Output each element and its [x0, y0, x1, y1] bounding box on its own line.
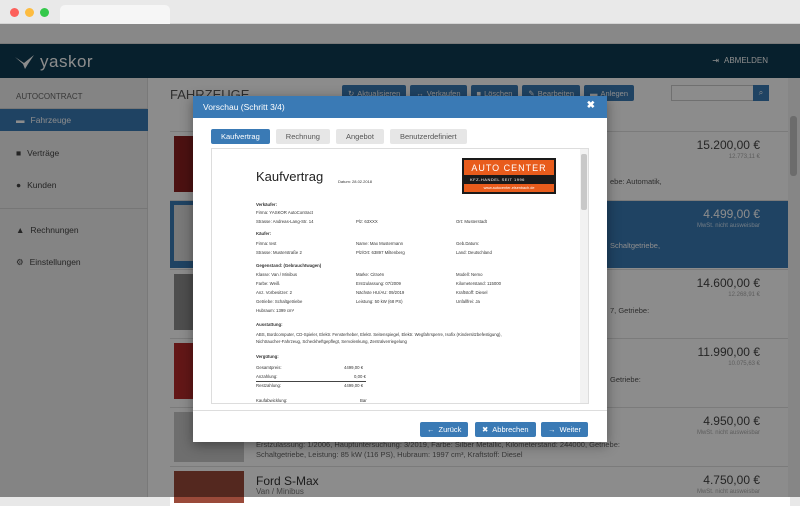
preview-dialog: Vorschau (Schritt 3/4) ✖ Kaufvertrag Rec…: [193, 96, 607, 442]
arrow-right-icon: →: [548, 425, 556, 434]
browser-tab[interactable]: [60, 5, 170, 24]
payment-remaining-value: 4499,00 €: [344, 383, 364, 388]
seller-heading: Verkäufer:: [256, 202, 278, 207]
buyer-zip-city: Plz/Ort: 63897 Miltenberg: [356, 250, 405, 255]
equipment-heading: Ausstattung:: [256, 322, 283, 327]
buyer-country: Land: Deutschland: [456, 250, 492, 255]
vehicle-previous-owners: Anz. Vorbesitzer: 2: [256, 290, 293, 295]
button-label: Abbrechen: [492, 425, 529, 434]
dialog-header: Vorschau (Schritt 3/4) ✖: [193, 96, 607, 118]
equipment-list-cont: Nichtraucher-Fahrzeug, Scheckheftgepfleg…: [256, 339, 407, 344]
seller-street: Strasse: Andreas-Lang-Str. 14: [256, 219, 314, 224]
vehicle-color: Farbe: Weiß: [256, 281, 280, 286]
payment-total-label: Gesamtpreis:: [256, 365, 282, 370]
buyer-street: Strasse: Musterstraße 2: [256, 250, 302, 255]
buyer-heading: Käufer:: [256, 231, 272, 236]
document-title: Kaufvertrag: [256, 169, 324, 184]
document-preview[interactable]: Kaufvertrag Datum: 28.02.2018 AUTO CENTE…: [211, 148, 589, 404]
back-button[interactable]: ← Zurück: [420, 422, 469, 437]
document-date: Datum: 28.02.2018: [338, 179, 373, 184]
vehicle-class: Klasse: Van / Minibus: [256, 272, 297, 277]
minimize-window-icon[interactable]: [25, 8, 34, 17]
maximize-window-icon[interactable]: [40, 8, 49, 17]
tab-angebot[interactable]: Angebot: [335, 129, 384, 144]
seller-city: Ort: Musterstadt: [456, 219, 487, 224]
buyer-birthdate: Geb.Datum:: [456, 241, 480, 246]
vehicle-brand: Marke: Citroën: [356, 272, 385, 277]
seller-company: Firma: YASKOR AutoContract: [256, 210, 313, 215]
document-scrollbar-thumb[interactable]: [581, 154, 587, 210]
auto-center-logo: AUTO CENTER KFZ-HANDEL SEIT 1996 www.aut…: [462, 158, 556, 194]
cancel-button[interactable]: ✖ Abbrechen: [475, 422, 536, 437]
button-label: Weiter: [559, 425, 582, 434]
vehicle-heading: Gegenstand: (Gebrauchtwagen): [256, 263, 322, 268]
vehicle-displacement: Hubraum: 1399 cm³: [256, 308, 294, 313]
vehicle-fuel: Kraftstoff: Diesel: [456, 290, 488, 295]
dialog-footer: ← Zurück ✖ Abbrechen → Weiter: [193, 410, 607, 442]
tab-benutzerdefiniert[interactable]: Benutzerdefiniert: [389, 129, 467, 144]
vehicle-transmission: Getriebe: Schaltgetriebe: [256, 299, 303, 304]
payment-deposit-label: Anzahlung:: [256, 374, 278, 379]
document-tabs: Kaufvertrag Rechnung Angebot Benutzerdef…: [211, 129, 467, 144]
vehicle-power: Leistung: 50 kW (68 PS): [356, 299, 403, 304]
tab-kaufvertrag[interactable]: Kaufvertrag: [211, 129, 270, 144]
buyer-name: Name: Max Mustermann: [356, 241, 404, 246]
logo-title: AUTO CENTER: [464, 160, 554, 175]
vehicle-mileage: Kilometerstand: 115000: [456, 281, 502, 286]
payment-total-value: 4499,00 €: [344, 365, 364, 370]
logo-tagline: KFZ-HANDEL SEIT 1996: [470, 177, 525, 182]
payment-deposit-value: 0,00 €: [354, 374, 366, 379]
vehicle-model: Modell: Nemo: [456, 272, 483, 277]
tab-rechnung[interactable]: Rechnung: [275, 129, 330, 144]
payment-divider: [256, 381, 366, 382]
close-window-icon[interactable]: [10, 8, 19, 17]
equipment-list: ABS, Bordcomputer, CD-Spieler, Elektr. F…: [256, 332, 502, 337]
vehicle-accident-free: Unfallfrei: Ja: [456, 299, 480, 304]
close-icon: ✖: [482, 425, 489, 434]
arrow-left-icon: ←: [427, 425, 435, 434]
payment-method-value: Bar: [360, 398, 367, 403]
payment-heading: Vergütung:: [256, 354, 279, 359]
dialog-title: Vorschau (Schritt 3/4): [203, 102, 285, 112]
payment-method-label: Kaufabwicklung:: [256, 398, 288, 403]
next-button[interactable]: → Weiter: [541, 422, 589, 437]
seller-zip: Plz: 63XXX: [356, 219, 378, 224]
document-scrollbar[interactable]: [580, 149, 588, 403]
logo-url: www.autocenter-eisenbach.de: [464, 184, 554, 192]
payment-remaining-label: Restzahlung:: [256, 383, 282, 388]
button-label: Zurück: [438, 425, 462, 434]
contract-document: Kaufvertrag Datum: 28.02.2018 AUTO CENTE…: [256, 149, 556, 403]
browser-chrome: [0, 0, 800, 24]
close-icon[interactable]: ✖: [587, 100, 595, 111]
vehicle-next-inspection: Nächste HU/AU: 09/2019: [356, 290, 405, 295]
vehicle-first-registration: Erstzulassung: 07/2009: [356, 281, 401, 286]
buyer-company: Firma: test: [256, 241, 277, 246]
